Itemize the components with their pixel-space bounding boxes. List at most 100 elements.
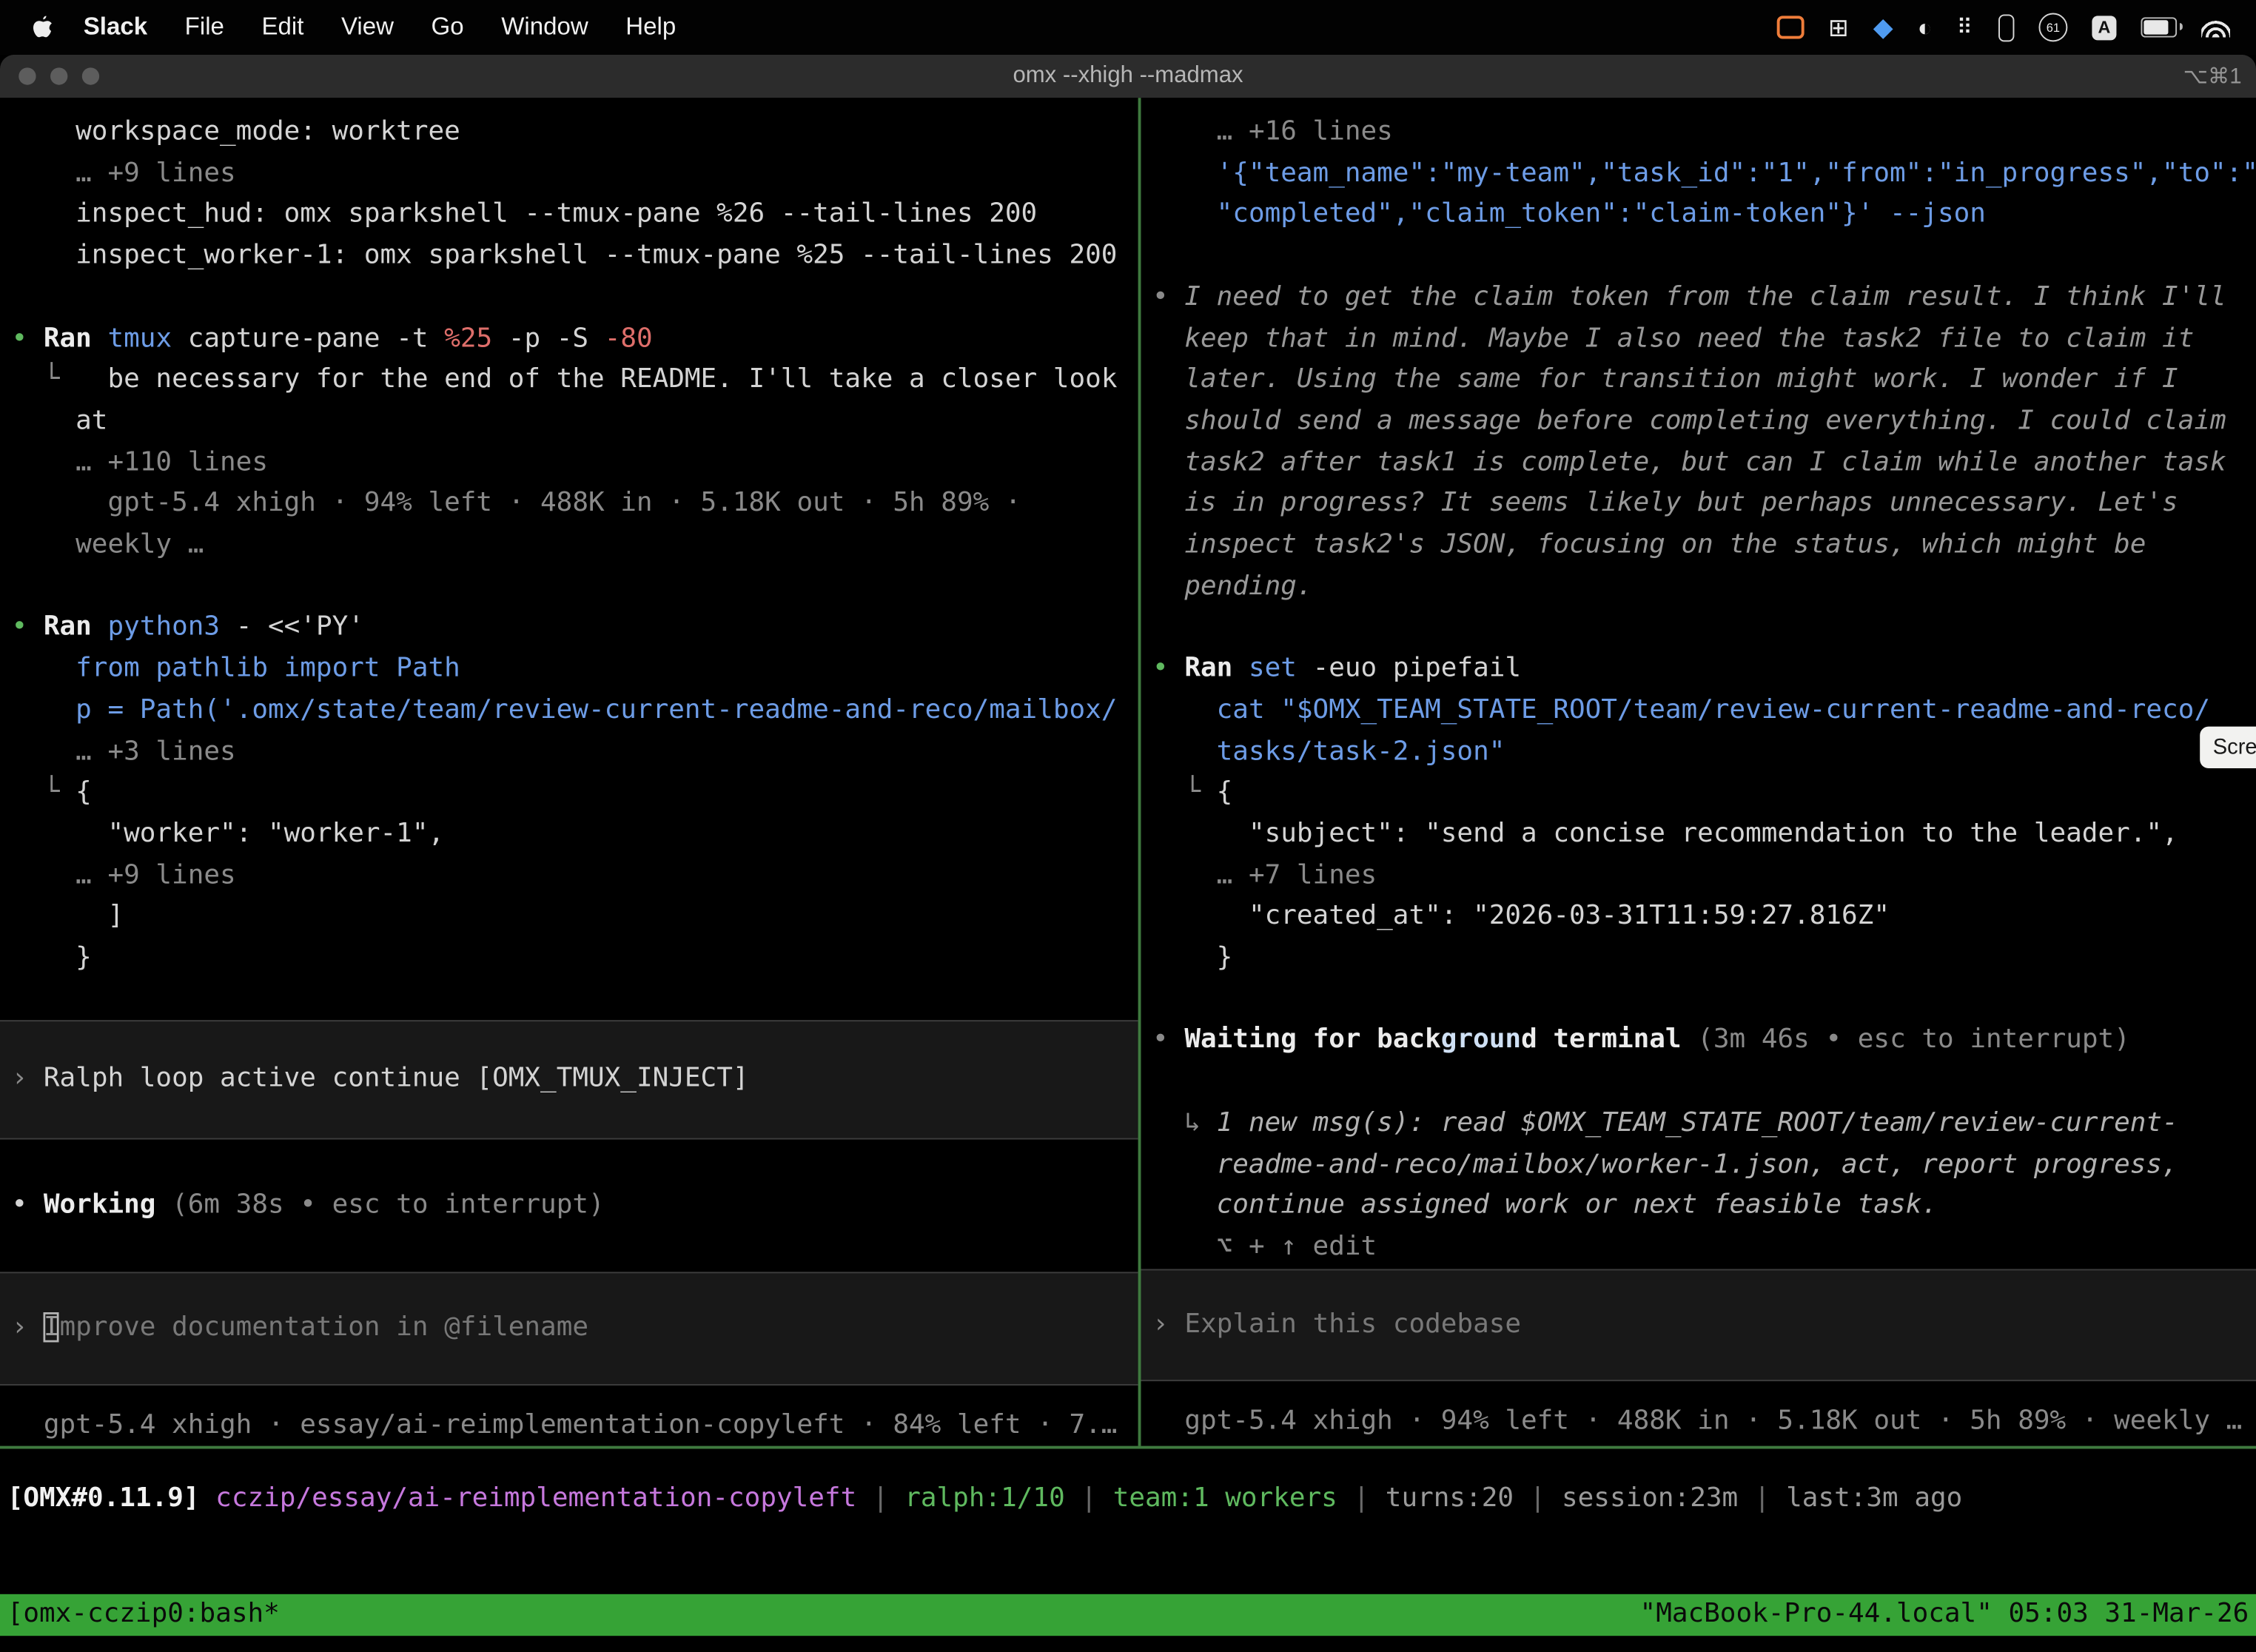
text-segment: inspect_worker-1: omx sparkshell --tmux-… (12, 241, 1118, 271)
terminal-line: inspect task2's JSON, focusing on the st… (1152, 526, 2256, 567)
wifi-icon[interactable] (2201, 18, 2230, 36)
pane-left[interactable]: workspace_mode: worktree … +9 lines insp… (0, 98, 1138, 1446)
text-segment: '{"team_name":"my-team","task_id":"1","f… (1152, 158, 2256, 188)
gauge-61-icon[interactable]: 61 (2038, 13, 2067, 41)
keyboard-input-icon[interactable]: A (2092, 15, 2116, 39)
terminal-line: … +16 lines (1152, 113, 2256, 154)
terminal-line: ⌥ + ↑ edit (1152, 1227, 2256, 1269)
terminal-line: tasks/task-2.json" (1152, 732, 2256, 773)
minimize-button[interactable] (50, 67, 67, 84)
terminal-line (1152, 1062, 2256, 1104)
grid-app-icon[interactable]: ⊞ (1828, 15, 1849, 39)
terminal-line: • Waiting for background terminal (3m 46… (1152, 1021, 2256, 1062)
tmux-status-bar: [omx-cczip0:bash* "MacBook-Pro-44.local"… (0, 1594, 2256, 1636)
text-segment: pending. (1152, 571, 1313, 601)
pill-app-icon[interactable] (1998, 13, 2014, 41)
text-segment: … +16 lines (1152, 116, 1393, 147)
text-segment: Ran (1184, 654, 1249, 684)
terminal-line: … +9 lines (12, 153, 1138, 195)
text-segment: last:3m ago (1786, 1483, 1962, 1514)
terminal-line: at (12, 401, 1138, 443)
terminal-line (12, 278, 1138, 319)
menu-file[interactable]: File (166, 13, 243, 40)
terminal-line: └ { (12, 773, 1138, 814)
terminal-line (1152, 979, 2256, 1021)
terminal-line (12, 979, 1138, 1021)
terminal-line: … +110 lines (12, 443, 1138, 484)
model-status-right: gpt-5.4 xhigh · 94% left · 488K in · 5.1… (1152, 1402, 2256, 1443)
text-segment: | (1065, 1483, 1113, 1514)
text-segment: "worker": "worker-1", (12, 819, 445, 849)
text-segment: { (75, 777, 92, 807)
text-segment: continue assigned work or next feasible … (1152, 1190, 1938, 1220)
text-segment: ↳ (1152, 1108, 1217, 1138)
dots-grid-icon[interactable]: ⠿ (1957, 16, 1974, 38)
terminal-line: readme-and-reco/mailbox/worker-1.json, a… (1152, 1145, 2256, 1186)
titlebar[interactable]: omx --xhigh --madmax ⌥⌘1 (0, 55, 2256, 98)
prompt-input-right[interactable]: › Explain this codebase (1141, 1269, 2256, 1382)
menu-help[interactable]: Help (607, 13, 695, 40)
right-pane-output: … +16 lines '{"team_name":"my-team","tas… (1152, 113, 2256, 1269)
prompt-input-left[interactable]: › Improve documentation in @filename (0, 1272, 1138, 1385)
text-segment: set (1249, 654, 1297, 684)
text-segment: › (12, 1064, 44, 1094)
terminal-line: pending. (1152, 566, 2256, 608)
omx-status-bar: [OMX#0.11.9] cczip/essay/ai-reimplementa… (7, 1479, 2256, 1520)
text-segment: gpt-5.4 xhigh · 94% left · 488K in · 5.1… (1152, 1406, 2242, 1437)
battery-icon[interactable] (2141, 17, 2177, 37)
window-shortcut: ⌥⌘1 (2183, 64, 2242, 90)
text-segment: ralph:1/10 (904, 1483, 1065, 1514)
text-segment: readme-and-reco/mailbox/worker-1.json, a… (1152, 1149, 2178, 1179)
terminal-line: • Ran tmux capture-pane -t %25 -p -S -80 (12, 319, 1138, 360)
pane-right[interactable]: … +16 lines '{"team_name":"my-team","tas… (1141, 98, 2256, 1446)
contrast-app-icon[interactable]: ◐ (1918, 15, 1933, 39)
working-status: • Working (6m 38s • esc to interrupt) (12, 1186, 1138, 1227)
terminal-line: … +7 lines (1152, 856, 2256, 897)
terminal-line: • Ran python3 - <<'PY' (12, 608, 1138, 649)
text-segment: Ran (44, 612, 108, 642)
text-segment: Explain this codebase (1184, 1309, 1521, 1339)
text-segment: gpt-5.4 xhigh · essay/ai-reimplementatio… (12, 1409, 1118, 1440)
model-status-left: gpt-5.4 xhigh · essay/ai-reimplementatio… (12, 1405, 1138, 1446)
menu-edit[interactable]: Edit (243, 13, 322, 40)
menu-slack[interactable]: Slack (64, 13, 166, 40)
text-segment: ⌥ + ↑ edit (1152, 1232, 1377, 1262)
terminal-line: weekly … (12, 526, 1138, 567)
terminal-line: "subject": "send a concise recommendatio… (1152, 814, 2256, 856)
zoom-button[interactable] (82, 67, 99, 84)
screen: SlackFileEditViewGoWindowHelp ⊞ ◆ ◐ ⠿ 61 A om… (0, 0, 2256, 1652)
text-segment: (6m 38s • esc to interrupt) (155, 1190, 604, 1220)
text-segment: › (1152, 1309, 1184, 1339)
terminal-line: p = Path('.omx/state/team/review-current… (12, 691, 1138, 732)
text-segment: workspace_mode: worktree (12, 116, 460, 147)
terminal: workspace_mode: worktree … +9 lines insp… (0, 98, 2256, 1651)
text-segment: capture-pane -t (172, 323, 444, 353)
text-segment: inspect_hud: omx sparkshell --tmux-pane … (12, 199, 1038, 229)
terminal-line: └ be necessary for the end of the README… (12, 360, 1138, 401)
text-segment: later. Using the same for transition mig… (1152, 364, 2178, 394)
menu-view[interactable]: View (323, 13, 413, 40)
text-segment: "created_at": "2026-03-31T11:59:27.816Z" (1152, 901, 1890, 932)
blue-app-icon[interactable]: ◆ (1873, 14, 1893, 40)
menubar-menus: SlackFileEditViewGoWindowHelp (17, 13, 694, 41)
screen-recording-indicator[interactable] (1776, 16, 1804, 38)
tmux-host-clock-label: "MacBook-Pro-44.local" 05:03 31-Mar-26 (1640, 1594, 2249, 1636)
text-segment: "completed","claim_token":"claim-token"}… (1152, 199, 1986, 229)
menubar: SlackFileEditViewGoWindowHelp ⊞ ◆ ◐ ⠿ 61 A (0, 0, 2256, 55)
text-segment: • (12, 323, 44, 353)
apple-menu-icon[interactable] (32, 14, 53, 40)
close-button[interactable] (19, 67, 36, 84)
window-title: omx --xhigh --madmax (0, 64, 2256, 90)
menu-window[interactable]: Window (483, 13, 607, 40)
text-segment: tasks/task-2.json" (1152, 736, 1505, 766)
text-segment: team:1 workers (1113, 1483, 1337, 1514)
screen-share-button-label: Scre (2213, 735, 2256, 759)
screen-share-button[interactable]: Scre (2200, 727, 2256, 768)
text-segment: -euo pipefail (1297, 654, 1521, 684)
text-segment: be necessary for the end of the README. … (75, 364, 1117, 394)
menu-go[interactable]: Go (412, 13, 483, 40)
text-segment: Working (44, 1190, 156, 1220)
text-segment: -80 (605, 323, 653, 353)
text-segment: "subject": "send a concise recommendatio… (1152, 819, 2178, 849)
text-segment: cat "$OMX_TEAM_STATE_ROOT/team/review-cu… (1152, 695, 2210, 725)
